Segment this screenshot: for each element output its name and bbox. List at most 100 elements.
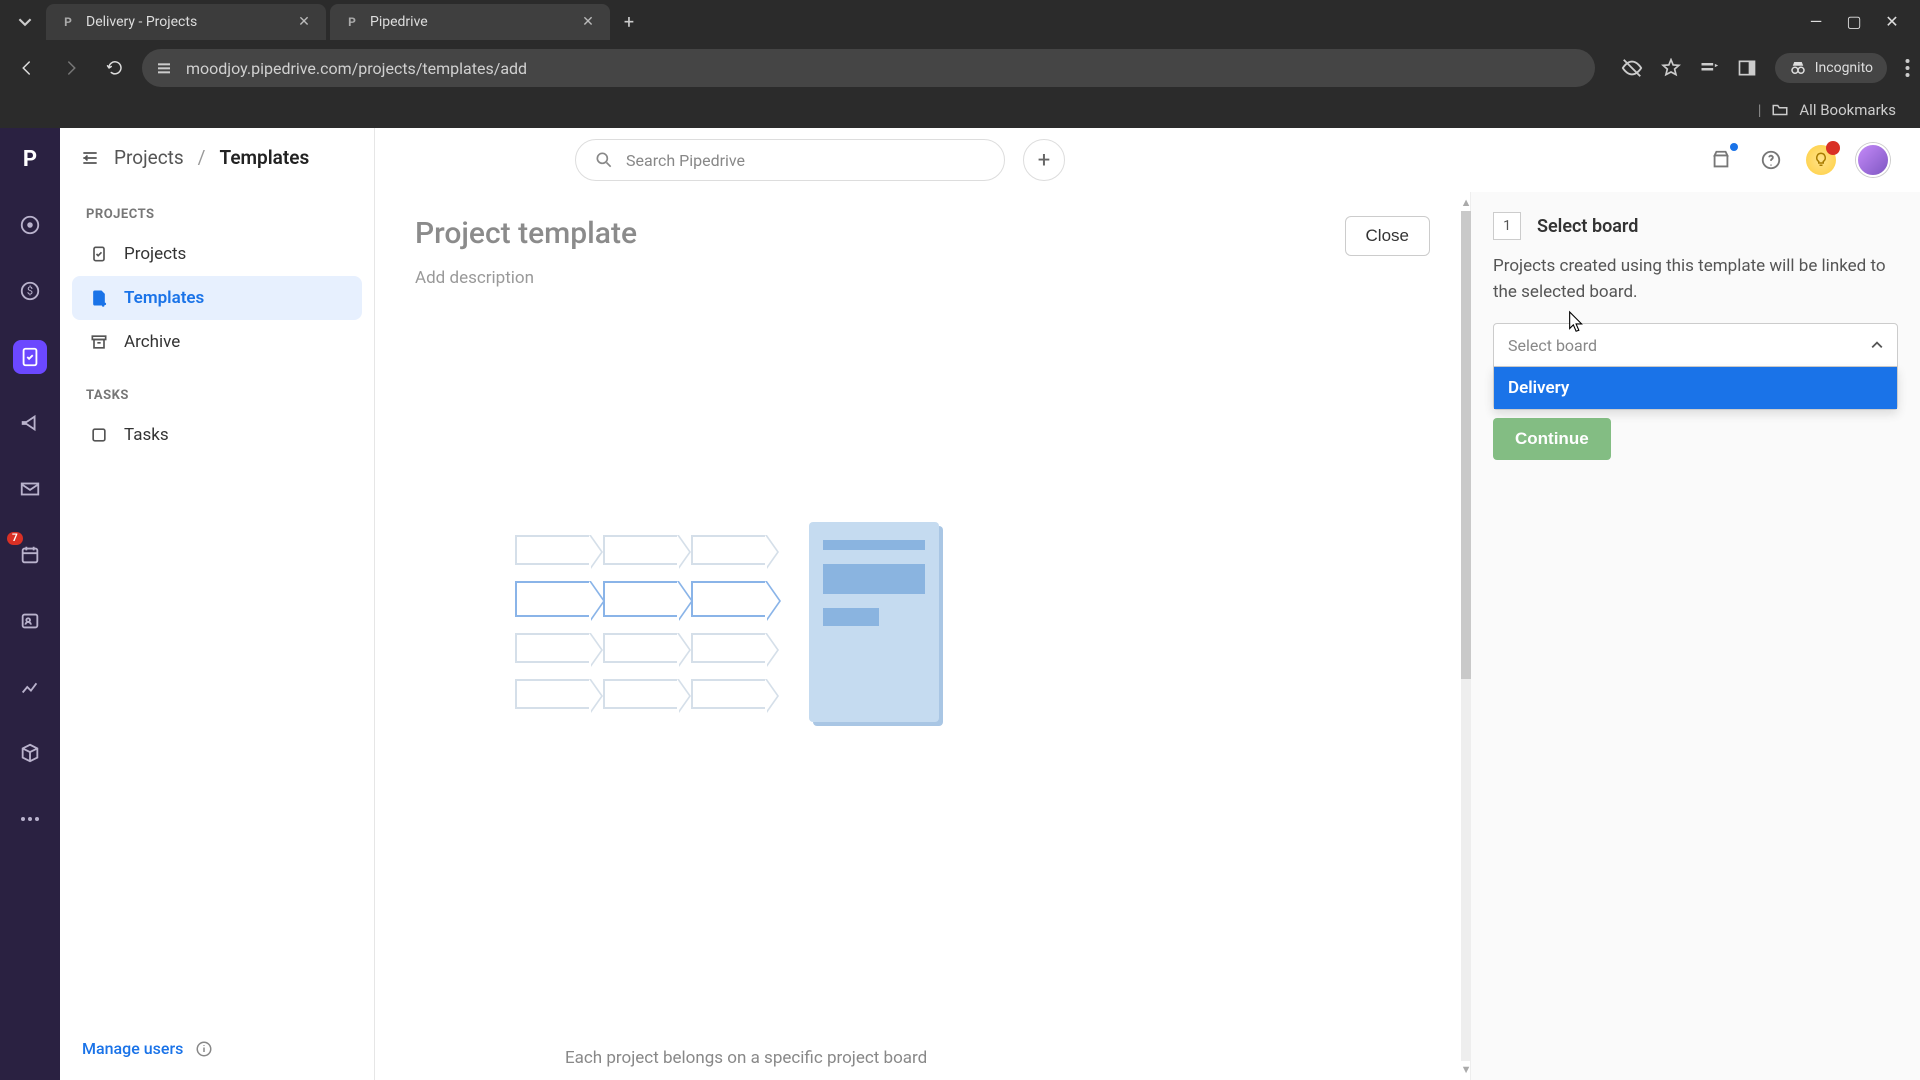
sidebar-heading: PROJECTS (72, 199, 362, 232)
bookmark-star-icon[interactable] (1661, 58, 1681, 78)
board-select[interactable]: Select board (1493, 323, 1898, 367)
caret-up-icon (1871, 339, 1883, 351)
sidebar-item-archive[interactable]: Archive (72, 320, 362, 364)
rail-leads-icon[interactable] (13, 208, 47, 242)
rail-insights-icon[interactable] (13, 670, 47, 704)
site-settings-icon[interactable] (156, 60, 172, 76)
pipedrive-favicon-icon: P (60, 14, 76, 30)
rail-projects-icon[interactable] (13, 340, 47, 374)
empty-state-illustration (515, 522, 939, 722)
task-icon (88, 424, 110, 446)
scrollbar[interactable]: ▲ ▼ (1461, 192, 1471, 1080)
sidebar-item-tasks[interactable]: Tasks (72, 413, 362, 457)
bookmarks-bar: | All Bookmarks (0, 92, 1920, 128)
pipedrive-favicon-icon: P (344, 14, 360, 30)
scroll-up-icon[interactable]: ▲ (1461, 196, 1472, 209)
sidebar-item-projects[interactable]: Projects (72, 232, 362, 276)
alert-badge (1826, 141, 1840, 155)
rail-products-icon[interactable] (13, 736, 47, 770)
incognito-indicator[interactable]: Incognito (1775, 53, 1887, 83)
app-topbar: Search Pipedrive + (375, 128, 1920, 192)
rail-contacts-icon[interactable] (13, 604, 47, 638)
sidebar-section-tasks: TASKS Tasks (60, 372, 374, 465)
activity-count-badge: 7 (7, 532, 23, 545)
step-title: Select board (1537, 216, 1638, 237)
media-controls-icon[interactable] (1699, 58, 1719, 78)
arrow-right-icon (62, 59, 80, 77)
breadcrumb-root[interactable]: Projects (114, 146, 184, 169)
tab-search-dropdown[interactable] (8, 5, 42, 39)
step-description: Projects created using this template wil… (1493, 254, 1898, 305)
board-select-dropdown: Delivery (1493, 367, 1898, 410)
notification-dot (1730, 143, 1738, 151)
nav-reload-button[interactable] (98, 51, 132, 85)
sidebar: Projects / Templates PROJECTS Projects T… (60, 128, 375, 1080)
eye-off-icon[interactable] (1621, 57, 1643, 79)
dropdown-option-delivery[interactable]: Delivery (1494, 367, 1897, 409)
rail-campaigns-icon[interactable] (13, 406, 47, 440)
search-input[interactable]: Search Pipedrive (575, 139, 1005, 181)
manage-users-label: Manage users (82, 1039, 183, 1058)
description-input[interactable]: Add description (415, 268, 1430, 288)
folder-icon (1771, 101, 1789, 119)
breadcrumb-separator: / (198, 146, 206, 169)
clipboard-check-icon (88, 243, 110, 265)
browser-tab[interactable]: P Pipedrive ✕ (330, 4, 610, 40)
page-title[interactable]: Project template (415, 216, 637, 251)
app-root: P $ 7 (0, 128, 1920, 1080)
template-icon (88, 287, 110, 309)
close-button[interactable]: Close (1345, 216, 1430, 256)
scrollbar-thumb[interactable] (1461, 211, 1471, 679)
chevron-down-icon (18, 15, 32, 29)
sidebar-item-label: Tasks (124, 425, 169, 445)
rail-deals-icon[interactable]: $ (13, 274, 47, 308)
tab-close-icon[interactable]: ✕ (580, 14, 596, 30)
nav-forward-button[interactable] (54, 51, 88, 85)
incognito-label: Incognito (1815, 60, 1873, 76)
tab-title: Delivery - Projects (86, 14, 286, 30)
window-close-button[interactable]: ✕ (1882, 12, 1902, 31)
user-avatar[interactable] (1856, 143, 1890, 177)
step-number: 1 (1493, 212, 1521, 240)
info-icon (195, 1040, 213, 1058)
browser-tab[interactable]: P Delivery - Projects ✕ (46, 4, 326, 40)
nav-back-button[interactable] (10, 51, 44, 85)
reload-icon (106, 59, 124, 77)
main-area: Search Pipedrive + (375, 128, 1920, 1080)
sidebar-item-label: Projects (124, 244, 186, 264)
pipedrive-logo-icon[interactable]: P (13, 142, 47, 176)
window-minimize-button[interactable]: — (1806, 12, 1826, 31)
marketplace-icon[interactable] (1706, 145, 1736, 175)
continue-button[interactable]: Continue (1493, 418, 1611, 460)
breadcrumb: Projects / Templates (60, 146, 374, 191)
sidebar-item-label: Templates (124, 288, 204, 308)
tab-close-icon[interactable]: ✕ (296, 14, 312, 30)
topbar-right (1706, 143, 1890, 177)
address-bar-row: moodjoy.pipedrive.com/projects/templates… (0, 44, 1920, 92)
tab-title: Pipedrive (370, 14, 570, 30)
new-tab-button[interactable]: + (614, 7, 644, 37)
url-bar[interactable]: moodjoy.pipedrive.com/projects/templates… (142, 49, 1595, 87)
help-icon[interactable] (1756, 145, 1786, 175)
sidebar-collapse-icon[interactable] (80, 148, 100, 168)
incognito-icon (1789, 59, 1807, 77)
content-row: Project template Close Add description (375, 192, 1920, 1080)
manage-users-link[interactable]: Manage users (82, 1039, 213, 1058)
browser-menu-button[interactable] (1905, 59, 1910, 77)
archive-icon (88, 331, 110, 353)
rail-more-icon[interactable] (13, 802, 47, 836)
quick-add-button[interactable]: + (1023, 139, 1065, 181)
address-bar-actions: Incognito (1621, 53, 1910, 83)
rail-mail-icon[interactable] (13, 472, 47, 506)
scroll-down-icon[interactable]: ▼ (1461, 1063, 1472, 1076)
content-main: Project template Close Add description (375, 192, 1470, 1080)
rail-activities-icon[interactable]: 7 (13, 538, 47, 572)
tab-bar: P Delivery - Projects ✕ P Pipedrive ✕ + … (0, 0, 1920, 44)
sidebar-item-templates[interactable]: Templates (72, 276, 362, 320)
sales-assistant-icon[interactable] (1806, 145, 1836, 175)
side-panel-icon[interactable] (1737, 58, 1757, 78)
all-bookmarks-link[interactable]: All Bookmarks (1799, 101, 1896, 119)
sidebar-heading: TASKS (72, 380, 362, 413)
sidebar-item-label: Archive (124, 332, 180, 352)
window-maximize-button[interactable]: ▢ (1844, 12, 1864, 31)
